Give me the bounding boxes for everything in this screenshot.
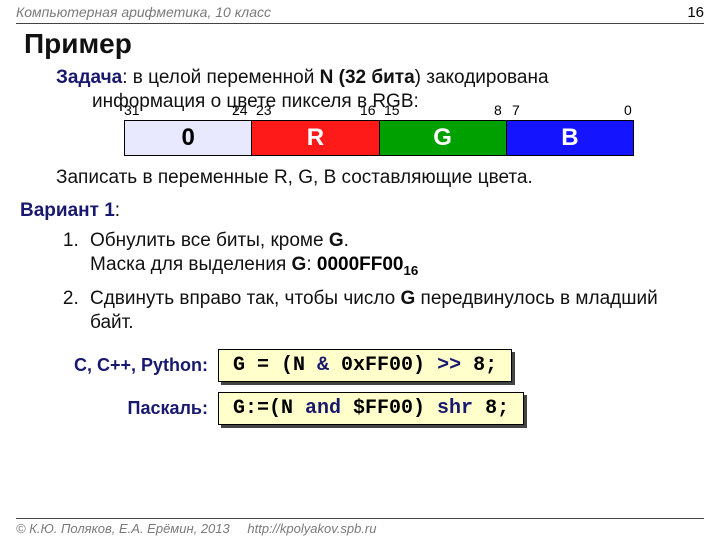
footer: © К.Ю. Поляков, Е.А. Ерёмин, 2013 http:/… [16,518,704,536]
variant-line: Вариант 1: [20,199,684,223]
course-label: Компьютерная арифметика, 10 класс [16,4,271,21]
code-pascal: G:=(N and $FF00) shr 8; [218,392,524,425]
task-label: Задача [56,67,122,88]
code-row-c: С, С++, Python: G = (N & 0xFF00) >> 8; [48,349,720,382]
code-block: С, С++, Python: G = (N & 0xFF00) >> 8; П… [48,349,720,425]
copyright: © К.Ю. Поляков, Е.А. Ерёмин, 2013 [16,521,230,536]
bit-diagram: 31 24 23 16 15 8 7 0 0 R G B [124,120,634,156]
code-label-c: С, С++, Python: [48,355,218,376]
mask-value: 0000FF0016 [317,254,418,275]
page-title: Пример [0,24,720,66]
page-number: 16 [687,4,704,21]
code-row-pascal: Паскаль: G:=(N and $FF00) shr 8; [48,392,720,425]
header-bar: Компьютерная арифметика, 10 класс 16 [0,0,720,21]
steps-list: Обнулить все биты, кроме G. Маска для вы… [56,229,684,335]
footer-url[interactable]: http://kpolyakov.spb.ru [247,521,376,536]
task-end: Записать в переменные R, G, B составляющ… [56,166,684,190]
bit-cell-b: B [507,121,633,155]
step-2: Сдвинуть вправо так, чтобы число G перед… [84,287,684,335]
code-label-pascal: Паскаль: [48,398,218,419]
code-c: G = (N & 0xFF00) >> 8; [218,349,512,382]
bit-cell-r: R [252,121,379,155]
content: Задача: в целой переменной N (32 бита) з… [0,66,720,335]
bit-cells: 0 R G B [124,120,634,156]
bit-cell-g: G [380,121,507,155]
step-1: Обнулить все биты, кроме G. Маска для вы… [84,229,684,279]
bit-cell-0: 0 [125,121,252,155]
